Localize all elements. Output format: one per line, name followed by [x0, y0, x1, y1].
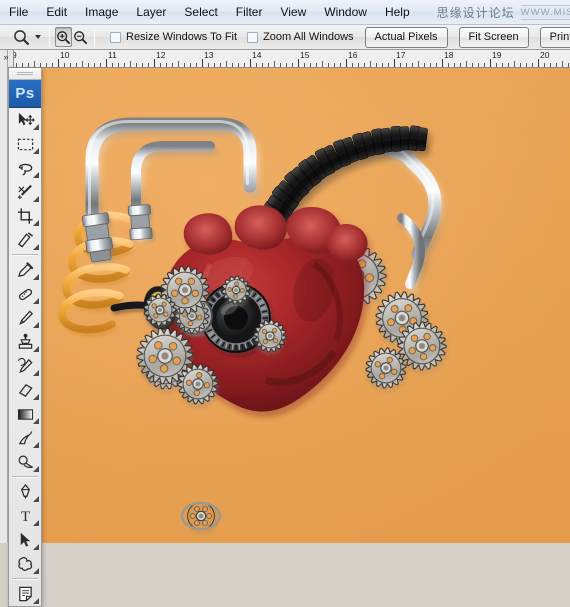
menu-window[interactable]: Window: [315, 2, 376, 22]
ruler-label: 20: [540, 50, 550, 60]
tool-brush-flyout-icon[interactable]: [33, 322, 39, 328]
options-divider-2: [94, 27, 95, 47]
active-tool-indicator[interactable]: [7, 27, 44, 47]
menu-help[interactable]: Help: [376, 2, 419, 22]
tool-move-flyout-icon[interactable]: [33, 124, 39, 130]
tool-magic-wand[interactable]: [9, 180, 41, 204]
tool-custom-shape-flyout-icon[interactable]: [33, 568, 39, 574]
toolbox-panel: Ps T: [8, 68, 42, 607]
tool-healing-brush[interactable]: [9, 282, 41, 306]
tool-slice-flyout-icon[interactable]: [33, 244, 39, 250]
menu-layer[interactable]: Layer: [127, 2, 175, 22]
tool-history-brush-flyout-icon[interactable]: [33, 370, 39, 376]
ruler-label: 15: [300, 50, 310, 60]
tool-pen[interactable]: [9, 480, 41, 504]
tool-move[interactable]: [9, 108, 41, 132]
horizontal-ruler[interactable]: 9 10 11 12 13 14 15 16 17 18 19 20: [14, 50, 570, 68]
ruler-label: 14: [252, 50, 262, 60]
tool-lasso[interactable]: [9, 156, 41, 180]
zoom-tool-icon: [10, 27, 32, 47]
tool-path-selection-flyout-icon[interactable]: [33, 544, 39, 550]
checkbox-zoom-all-windows[interactable]: Zoom All Windows: [247, 31, 354, 43]
menu-select[interactable]: Select: [175, 2, 226, 22]
toolbox-grip-icon: [17, 72, 33, 75]
tool-lasso-flyout-icon[interactable]: [33, 172, 39, 178]
checkbox-zoom-all-windows-box[interactable]: [247, 31, 259, 43]
tool-clone-stamp[interactable]: [9, 330, 41, 354]
toolbox-divider-2: [12, 476, 38, 478]
tool-magic-wand-flyout-icon[interactable]: [33, 196, 39, 202]
tool-dodge[interactable]: [9, 450, 41, 474]
toolbox-drag-handle[interactable]: [9, 68, 41, 80]
checkbox-resize-windows-to-fit-box[interactable]: [110, 31, 121, 43]
menu-filter[interactable]: Filter: [227, 2, 272, 22]
tool-type[interactable]: T: [9, 504, 41, 528]
checkbox-resize-windows-to-fit-label: Resize Windows To Fit: [126, 31, 238, 43]
checkbox-zoom-all-windows-label: Zoom All Windows: [263, 31, 354, 43]
tool-clone-stamp-flyout-icon[interactable]: [33, 346, 39, 352]
zoom-out-button[interactable]: [72, 27, 89, 47]
options-bar: Resize Windows To Fit Zoom All Windows A…: [0, 25, 570, 50]
watermark: 思缘设计论坛 WWW.MISSYUAN.COM: [437, 4, 570, 21]
ruler-label: 11: [108, 50, 117, 60]
left-dock-strip: [0, 50, 8, 543]
tool-eraser[interactable]: [9, 378, 41, 402]
tool-dodge-flyout-icon[interactable]: [33, 466, 39, 472]
fit-screen-button[interactable]: Fit Screen: [458, 26, 529, 48]
tool-crop-flyout-icon[interactable]: [33, 220, 39, 226]
watermark-url: WWW.MISSYUAN.COM: [520, 4, 570, 20]
ruler-label: 18: [444, 50, 454, 60]
tool-crop[interactable]: [9, 204, 41, 228]
ruler-label: 17: [396, 50, 406, 60]
tool-type-flyout-icon[interactable]: [33, 520, 39, 526]
ruler-label: 19: [492, 50, 502, 60]
menu-edit[interactable]: Edit: [37, 2, 76, 22]
tool-eraser-flyout-icon[interactable]: [33, 394, 39, 400]
tool-path-selection[interactable]: [9, 528, 41, 552]
tool-marquee[interactable]: [9, 132, 41, 156]
menu-image[interactable]: Image: [76, 2, 127, 22]
tool-healing-brush-flyout-icon[interactable]: [33, 298, 39, 304]
print-size-button[interactable]: Print Size: [539, 26, 570, 48]
ruler-label: 12: [156, 50, 166, 60]
collapse-panel-icon[interactable]: »: [0, 52, 12, 63]
tool-eyedropper[interactable]: [9, 258, 41, 282]
zoom-in-button[interactable]: [55, 27, 72, 47]
photoshop-window: File Edit Image Layer Select Filter View…: [0, 0, 570, 607]
tool-slice[interactable]: [9, 228, 41, 252]
tool-history-brush[interactable]: [9, 354, 41, 378]
tool-preset-chevron-down-icon[interactable]: [35, 35, 41, 39]
actual-pixels-button[interactable]: Actual Pixels: [364, 26, 448, 48]
tool-gradient-flyout-icon[interactable]: [33, 418, 39, 424]
watermark-forum-name: 思缘设计论坛: [436, 5, 515, 20]
toolbox-divider-3: [12, 578, 38, 580]
ruler-label: 16: [348, 50, 358, 60]
artwork-steampunk-heart: [14, 68, 570, 543]
svg-text:T: T: [20, 508, 29, 525]
ruler-label: 9: [14, 50, 17, 60]
tool-blur-flyout-icon[interactable]: [33, 442, 39, 448]
document-canvas[interactable]: [14, 68, 570, 543]
menu-view[interactable]: View: [271, 2, 315, 22]
checkbox-resize-windows-to-fit[interactable]: Resize Windows To Fit: [110, 31, 237, 43]
tool-brush[interactable]: [9, 306, 41, 330]
tool-gradient[interactable]: [9, 402, 41, 426]
ruler-label: 10: [60, 50, 70, 60]
tool-notes[interactable]: [9, 582, 41, 606]
toolbox-divider-1: [12, 254, 38, 256]
tool-blur[interactable]: [9, 426, 41, 450]
options-divider-1: [49, 27, 50, 47]
tool-eyedropper-flyout-icon[interactable]: [33, 274, 39, 280]
photoshop-logo: Ps: [9, 80, 41, 108]
ruler-label: 13: [204, 50, 214, 60]
tool-pen-flyout-icon[interactable]: [33, 496, 39, 502]
tool-marquee-flyout-icon[interactable]: [33, 148, 39, 154]
tool-notes-flyout-icon[interactable]: [33, 598, 39, 604]
menu-file[interactable]: File: [0, 2, 37, 22]
tool-custom-shape[interactable]: [9, 552, 41, 576]
menu-bar: File Edit Image Layer Select Filter View…: [0, 0, 570, 25]
